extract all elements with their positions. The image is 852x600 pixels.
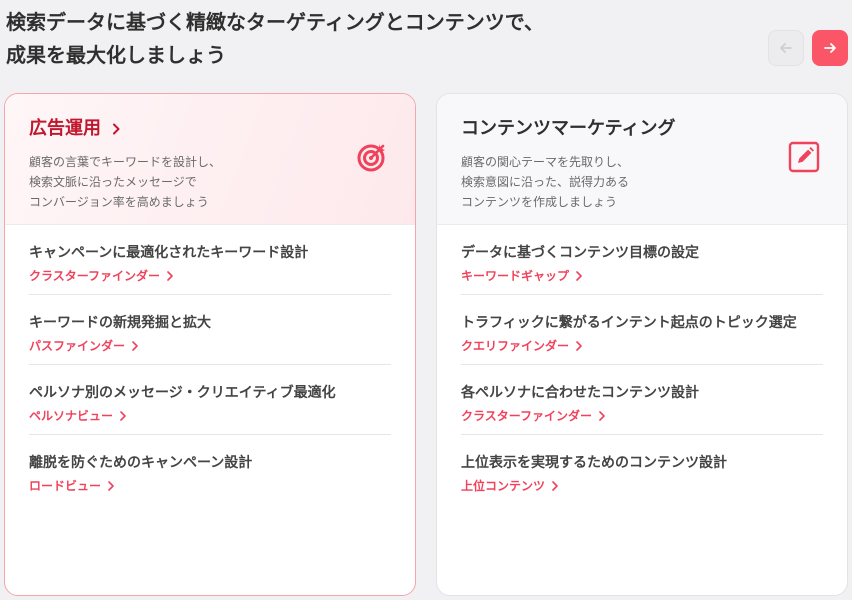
card-item-list: キャンペーンに最適化されたキーワード設計 クラスターファインダー キーワードの新… (5, 225, 415, 505)
edit-icon (788, 141, 820, 173)
list-item: 離脱を防ぐためのキャンペーン設計 ロードビュー (29, 435, 391, 505)
item-link-label: クエリファインダー (461, 339, 570, 353)
next-button[interactable] (812, 30, 848, 66)
headline-line-1: 検索データに基づく精緻なターゲティングとコンテンツで、 (6, 10, 544, 34)
card-title-link[interactable]: コンテンツマーケティング (461, 116, 823, 142)
item-link-label: クラスターファインダー (29, 269, 161, 283)
list-item: キャンペーンに最適化されたキーワード設計 クラスターファインダー (29, 225, 391, 295)
item-link-label: キーワードギャップ (461, 269, 570, 283)
content-marketing-card: コンテンツマーケティング 顧客の関心テーマを先取りし、 検索意図に沿った、説得力… (436, 93, 848, 596)
item-link[interactable]: ペルソナビュー (29, 407, 391, 425)
item-link-label: クラスターファインダー (461, 409, 593, 423)
chevron-right-icon (113, 123, 120, 135)
card-header: コンテンツマーケティング 顧客の関心テーマを先取りし、 検索意図に沿った、説得力… (437, 94, 847, 225)
chevron-right-icon (599, 411, 605, 421)
card-header: 広告運用 顧客の言葉でキーワードを設計し、 検索文脈に沿ったメッセージで コンバ… (5, 94, 415, 225)
list-item: ペルソナ別のメッセージ・クリエイティブ最適化 ペルソナビュー (29, 365, 391, 435)
page-headline: 検索データに基づく精緻なターゲティングとコンテンツで、 成果を最大化しましょう (6, 6, 726, 72)
ads-card: 広告運用 顧客の言葉でキーワードを設計し、 検索文脈に沿ったメッセージで コンバ… (4, 93, 416, 596)
chevron-right-icon (576, 271, 582, 281)
arrow-left-icon (780, 43, 792, 53)
item-title: 離脱を防ぐためのキャンペーン設計 (29, 455, 253, 471)
item-link-label: ペルソナビュー (29, 409, 114, 423)
item-link[interactable]: パスファインダー (29, 337, 391, 355)
list-item: キーワードの新規発掘と拡大 パスファインダー (29, 295, 391, 365)
card-title: 広告運用 (29, 118, 101, 139)
item-link-label: ロードビュー (29, 479, 102, 493)
list-item: 上位表示を実現するためのコンテンツ設計 上位コンテンツ (461, 435, 823, 505)
item-title: キーワードの新規発掘と拡大 (29, 315, 211, 331)
arrow-right-icon (824, 43, 836, 53)
item-title: 上位表示を実現するためのコンテンツ設計 (461, 455, 727, 471)
card-desc-line: 顧客の言葉でキーワードを設計し、 (29, 155, 222, 169)
chevron-right-icon (108, 481, 114, 491)
list-item: 各ペルソナに合わせたコンテンツ設計 クラスターファインダー (461, 365, 823, 435)
item-link-label: パスファインダー (29, 339, 126, 353)
item-title: データに基づくコンテンツ目標の設定 (461, 245, 699, 261)
list-item: データに基づくコンテンツ目標の設定 キーワードギャップ (461, 225, 823, 295)
item-title: キャンペーンに最適化されたキーワード設計 (29, 245, 309, 261)
list-item: トラフィックに繋がるインテント起点のトピック選定 クエリファインダー (461, 295, 823, 365)
target-icon (357, 144, 385, 172)
card-desc-line: 検索意図に沿った、説得力ある (461, 175, 630, 189)
card-desc-line: コンバージョン率を高めましょう (29, 195, 209, 209)
item-title: ペルソナ別のメッセージ・クリエイティブ最適化 (29, 385, 336, 401)
item-link[interactable]: ロードビュー (29, 477, 391, 495)
item-link[interactable]: 上位コンテンツ (461, 477, 823, 495)
item-link[interactable]: キーワードギャップ (461, 267, 823, 285)
item-link[interactable]: クラスターファインダー (461, 407, 823, 425)
card-description: 顧客の言葉でキーワードを設計し、 検索文脈に沿ったメッセージで コンバージョン率… (29, 152, 391, 212)
chevron-right-icon (132, 341, 138, 351)
card-item-list: データに基づくコンテンツ目標の設定 キーワードギャップ トラフィックに繋がるイン… (437, 225, 847, 505)
item-title: トラフィックに繋がるインテント起点のトピック選定 (461, 315, 797, 331)
chevron-right-icon (552, 481, 558, 491)
card-desc-line: 顧客の関心テーマを先取りし、 (461, 155, 630, 169)
chevron-right-icon (576, 341, 582, 351)
card-desc-line: 検索文脈に沿ったメッセージで (29, 175, 197, 189)
chevron-right-icon (120, 411, 126, 421)
chevron-right-icon (167, 271, 173, 281)
card-title: コンテンツマーケティング (461, 118, 676, 139)
item-link-label: 上位コンテンツ (461, 479, 546, 493)
headline-line-2: 成果を最大化しましょう (6, 43, 226, 67)
card-description: 顧客の関心テーマを先取りし、 検索意図に沿った、説得力ある コンテンツを作成しま… (461, 152, 823, 212)
item-link[interactable]: クエリファインダー (461, 337, 823, 355)
prev-button[interactable] (768, 30, 804, 66)
card-desc-line: コンテンツを作成しましょう (461, 195, 618, 209)
card-title-link[interactable]: 広告運用 (29, 116, 391, 142)
item-link[interactable]: クラスターファインダー (29, 267, 391, 285)
item-title: 各ペルソナに合わせたコンテンツ設計 (461, 385, 699, 401)
